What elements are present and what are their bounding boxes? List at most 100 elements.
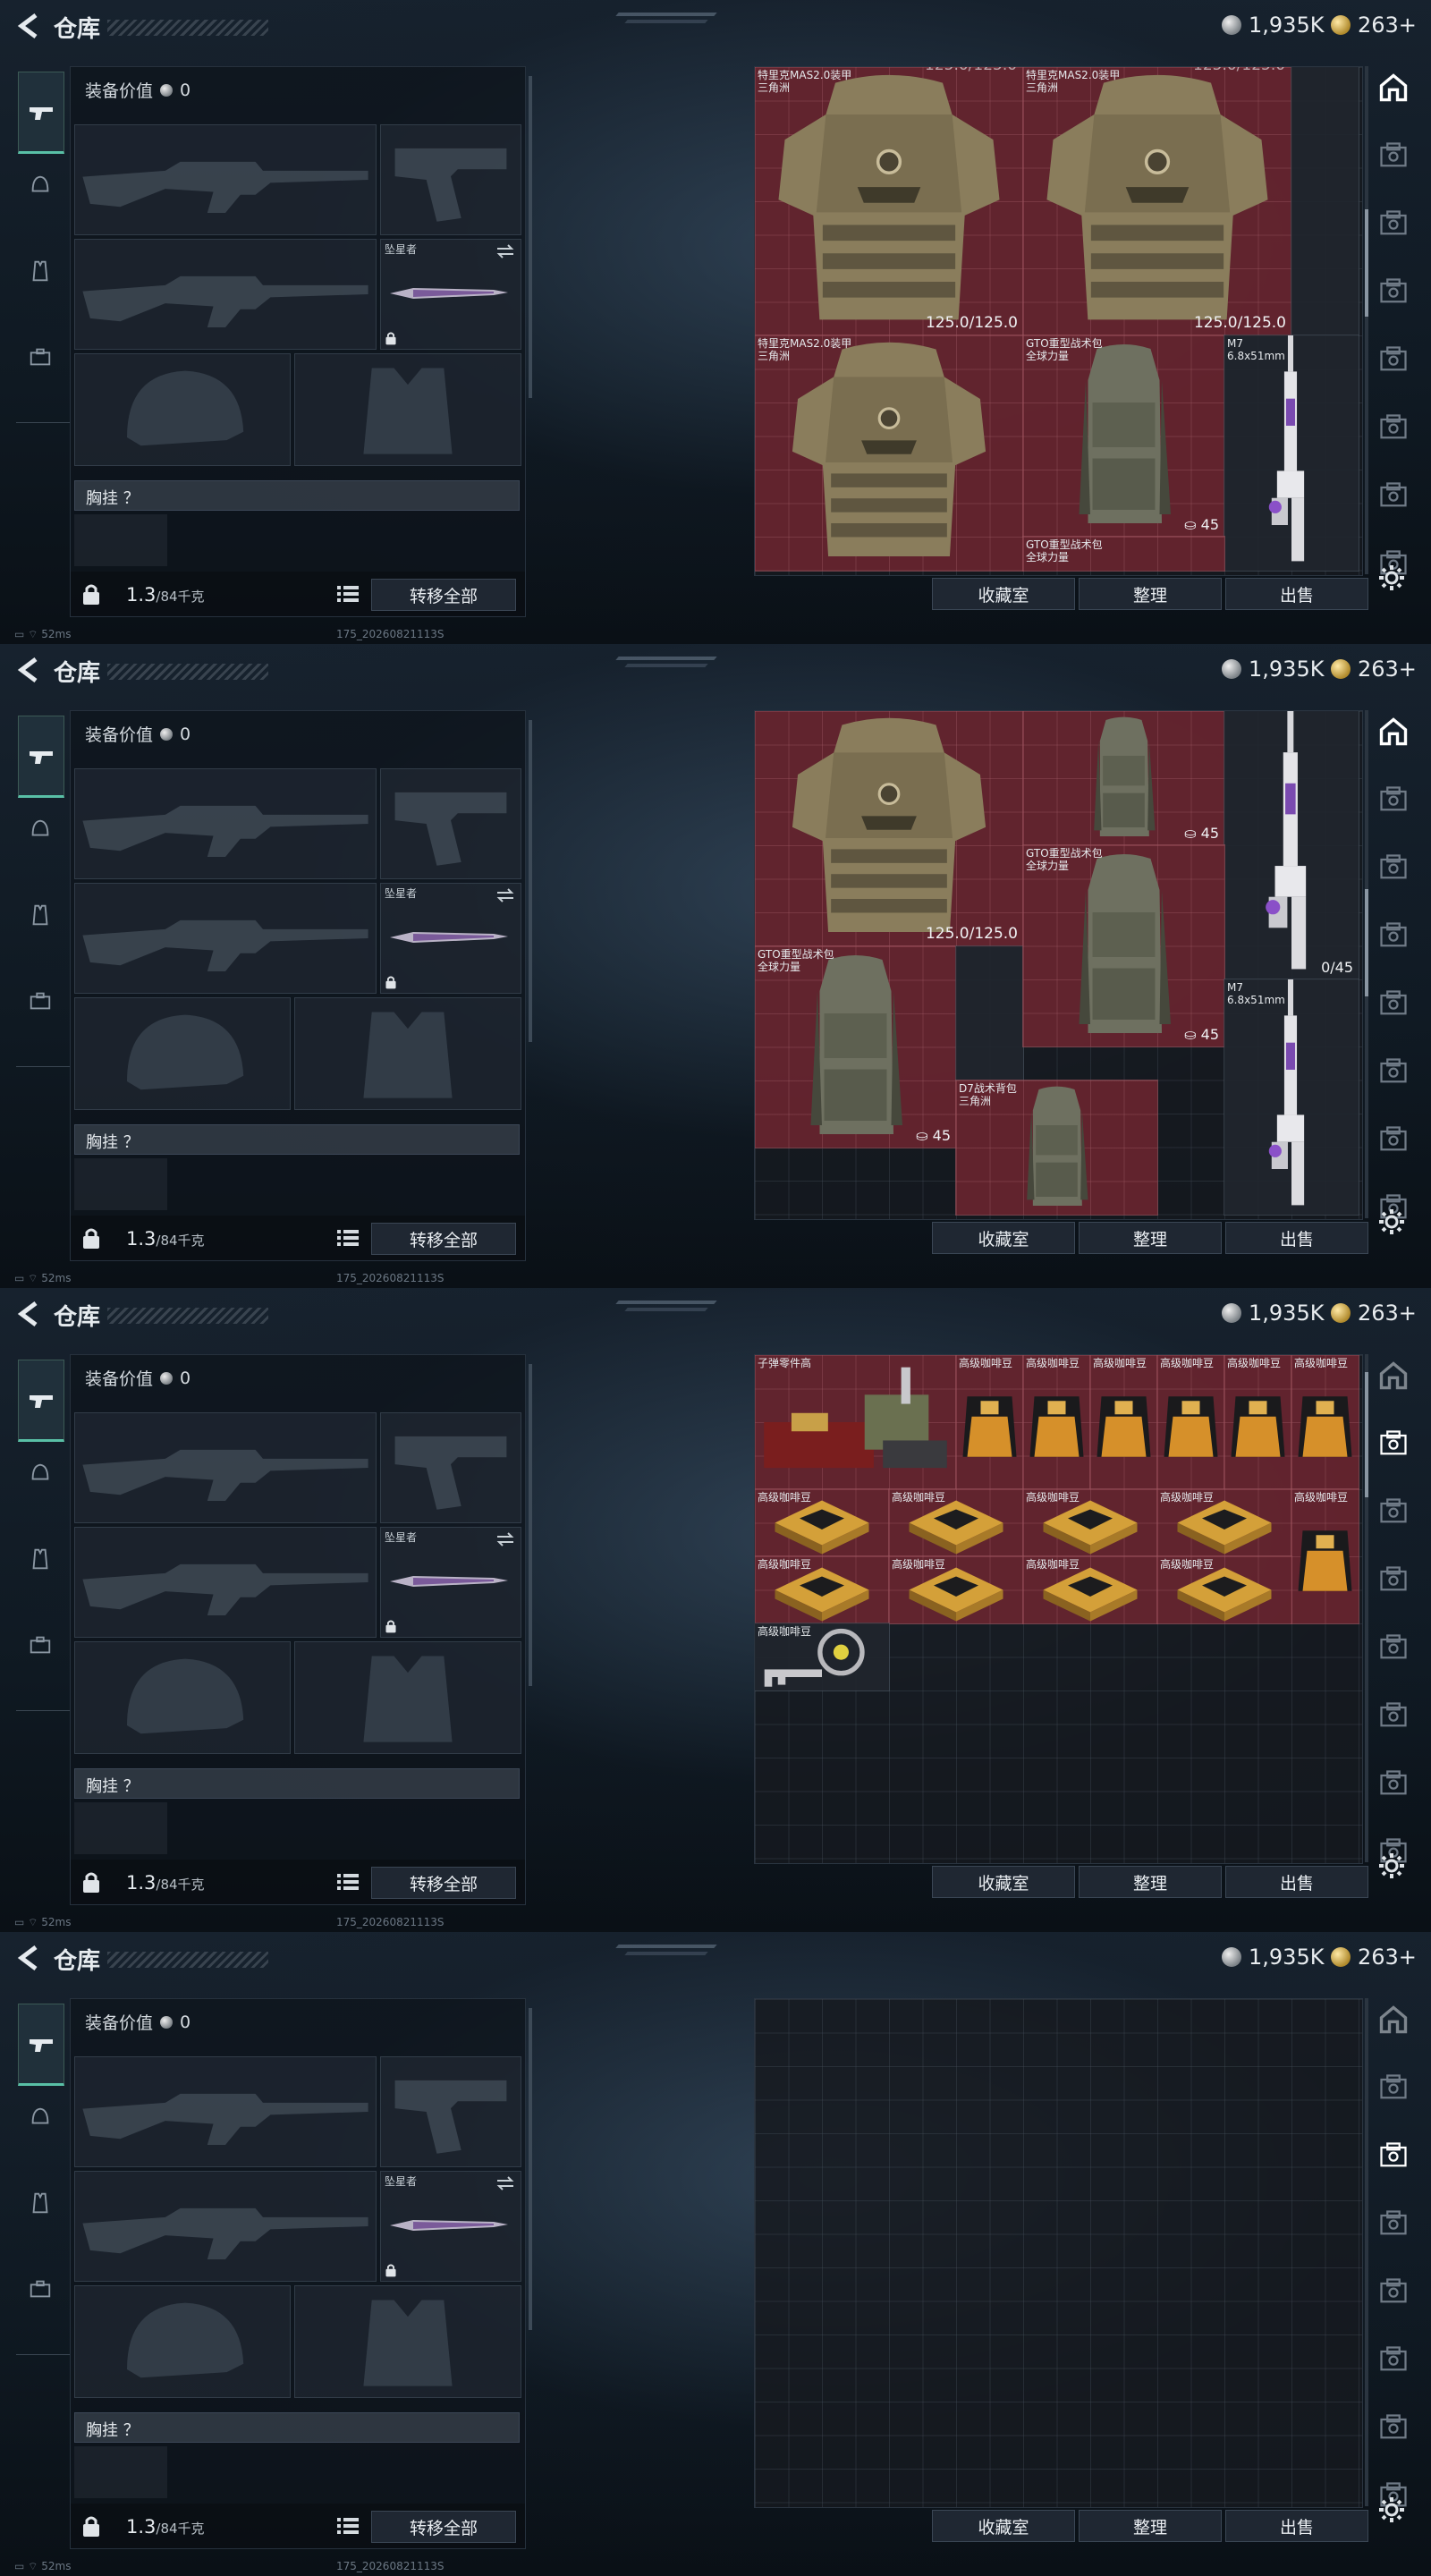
gold-currency[interactable]: 263+ — [1331, 657, 1417, 682]
melee-slot[interactable]: 坠星者 — [380, 1527, 521, 1638]
swap-icon[interactable] — [495, 887, 515, 903]
swap-icon[interactable] — [495, 2175, 515, 2191]
storage-item[interactable]: 高级咖啡豆 — [888, 1555, 1024, 1624]
pistol-slot[interactable] — [380, 2056, 521, 2167]
loadout-scrollbar[interactable] — [529, 76, 532, 398]
storage-page-6-icon[interactable] — [1377, 1055, 1410, 1088]
secondary-weapon-slot[interactable] — [74, 239, 377, 350]
loadout-scrollbar[interactable] — [529, 2008, 532, 2330]
vault-button[interactable]: 收藏室 — [932, 1866, 1075, 1898]
storage-page-4-icon[interactable] — [1377, 919, 1410, 952]
storage-item[interactable]: 高级咖啡豆 — [1291, 1355, 1359, 1490]
storage-item[interactable]: 高级咖啡豆 — [1156, 1555, 1292, 1624]
tab-weapons[interactable] — [18, 1360, 64, 1442]
storage-home-icon[interactable] — [1377, 2004, 1410, 2036]
loadout-scrollbar[interactable] — [529, 1364, 532, 1686]
storage-page-3-icon[interactable] — [1377, 208, 1410, 240]
list-icon[interactable] — [337, 2517, 359, 2535]
chest-rig-slot[interactable] — [74, 1802, 167, 1854]
storage-item[interactable]: 特里克MAS2.0装甲 三角洲 — [755, 335, 1024, 572]
storage-page-7-icon[interactable] — [1377, 1767, 1410, 1800]
sort-button[interactable]: 整理 — [1079, 2510, 1222, 2542]
tab-armor[interactable] — [20, 2182, 61, 2224]
primary-weapon-slot[interactable] — [74, 768, 377, 879]
armor-slot[interactable] — [294, 1641, 521, 1754]
primary-weapon-slot[interactable] — [74, 2056, 377, 2167]
list-icon[interactable] — [337, 1229, 359, 1247]
transfer-all-button[interactable]: 转移全部 — [371, 1223, 516, 1255]
list-icon[interactable] — [337, 1873, 359, 1891]
storage-page-4-icon[interactable] — [1377, 275, 1410, 308]
back-arrow-icon[interactable] — [16, 1301, 39, 1327]
swap-icon[interactable] — [495, 243, 515, 259]
gold-currency[interactable]: 263+ — [1331, 13, 1417, 38]
tab-helmet[interactable] — [20, 809, 61, 850]
chest-rig-header[interactable]: 胸挂 ？ — [74, 1768, 520, 1799]
transfer-all-button[interactable]: 转移全部 — [371, 579, 516, 611]
storage-page-3-icon[interactable] — [1377, 2140, 1410, 2172]
tab-armor[interactable] — [20, 250, 61, 292]
secondary-weapon-slot[interactable] — [74, 1527, 377, 1638]
helmet-slot[interactable] — [74, 997, 291, 1110]
storage-item[interactable]: 高级咖啡豆 — [755, 1555, 890, 1624]
lock-icon[interactable] — [81, 1870, 101, 1894]
gold-currency[interactable]: 263+ — [1331, 1301, 1417, 1326]
storage-item[interactable]: 高级咖啡豆 — [1089, 1355, 1158, 1490]
storage-item[interactable]: 高级咖啡豆 — [888, 1488, 1024, 1557]
storage-page-2-icon[interactable] — [1377, 784, 1410, 816]
lock-icon[interactable] — [81, 2514, 101, 2538]
back-arrow-icon[interactable] — [16, 657, 39, 683]
primary-weapon-slot[interactable] — [74, 124, 377, 235]
storage-page-2-icon[interactable] — [1377, 2072, 1410, 2104]
storage-item[interactable]: 高级咖啡豆 — [1022, 1355, 1091, 1490]
storage-item[interactable]: 高级咖啡豆 — [1156, 1488, 1292, 1557]
storage-page-2-icon[interactable] — [1377, 140, 1410, 172]
tab-armor[interactable] — [20, 894, 61, 936]
chest-rig-header[interactable]: 胸挂 ？ — [74, 1124, 520, 1155]
storage-item[interactable]: 0/45 — [1224, 711, 1359, 980]
gear-icon[interactable] — [1377, 564, 1406, 592]
tab-bag[interactable] — [20, 1624, 61, 1665]
lock-icon[interactable] — [81, 1226, 101, 1250]
list-icon[interactable] — [337, 585, 359, 603]
tab-bag[interactable] — [20, 336, 61, 377]
melee-slot[interactable]: 坠星者 — [380, 2171, 521, 2282]
storage-item[interactable]: GTO重型战术包 全球力量 ⛀ 45 — [755, 945, 957, 1148]
tab-weapons[interactable] — [18, 2004, 64, 2086]
storage-item[interactable]: 高级咖啡豆 — [1022, 1488, 1158, 1557]
tab-weapons[interactable] — [18, 716, 64, 798]
storage-item[interactable]: GTO重型战术包 全球力量 ⛀ 45 — [1022, 335, 1225, 538]
tab-bag[interactable] — [20, 980, 61, 1021]
gear-icon[interactable] — [1377, 2496, 1406, 2524]
storage-page-4-icon[interactable] — [1377, 2207, 1410, 2240]
tab-helmet[interactable] — [20, 165, 61, 206]
sell-button[interactable]: 出售 — [1225, 1222, 1368, 1254]
storage-item[interactable]: 特里克MAS2.0装甲 三角洲 125.0/125.0 — [1022, 67, 1292, 336]
transfer-all-button[interactable]: 转移全部 — [371, 1867, 516, 1899]
gear-icon[interactable] — [1377, 1852, 1406, 1880]
storage-page-5-icon[interactable] — [1377, 987, 1410, 1020]
chest-rig-header[interactable]: 胸挂 ？ — [74, 2412, 520, 2443]
sell-button[interactable]: 出售 — [1225, 578, 1368, 610]
melee-slot[interactable]: 坠星者 — [380, 883, 521, 994]
tab-helmet[interactable] — [20, 1453, 61, 1494]
armor-slot[interactable] — [294, 353, 521, 466]
sort-button[interactable]: 整理 — [1079, 578, 1222, 610]
sell-button[interactable]: 出售 — [1225, 1866, 1368, 1898]
secondary-weapon-slot[interactable] — [74, 883, 377, 994]
storage-item[interactable]: M7 6.8x51mm — [1224, 335, 1359, 572]
tab-helmet[interactable] — [20, 2097, 61, 2138]
storage-item[interactable]: 高级咖啡豆 — [1022, 1555, 1158, 1624]
storage-home-icon[interactable] — [1377, 1360, 1410, 1392]
pistol-slot[interactable] — [380, 1412, 521, 1523]
storage-item[interactable]: 特里克MAS2.0装甲 三角洲 125.0/125.0 — [755, 67, 1024, 336]
sort-button[interactable]: 整理 — [1079, 1222, 1222, 1254]
storage-page-4-icon[interactable] — [1377, 1563, 1410, 1596]
storage-page-7-icon[interactable] — [1377, 479, 1410, 512]
gear-icon[interactable] — [1377, 1208, 1406, 1236]
helmet-slot[interactable] — [74, 353, 291, 466]
storage-page-3-icon[interactable] — [1377, 1496, 1410, 1528]
primary-weapon-slot[interactable] — [74, 1412, 377, 1523]
storage-item[interactable]: 125.0/125.0 — [755, 711, 1024, 947]
storage-item[interactable]: 高级咖啡豆 — [955, 1355, 1024, 1490]
